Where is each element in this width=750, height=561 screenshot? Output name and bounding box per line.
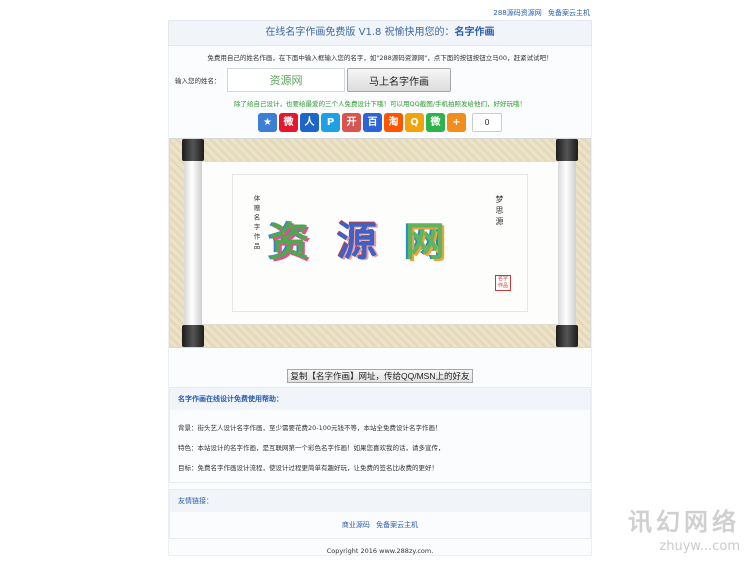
tqq-icon[interactable]: P: [321, 113, 340, 132]
title-highlight: 名字作画: [454, 27, 495, 38]
artwork-left-inscription: 体赠名字作品: [252, 195, 260, 252]
artwork-right-inscription: 梦思源: [495, 195, 504, 228]
share-bar: ★ 微人 P 开百淘 Q 微 +0: [169, 113, 591, 132]
favorite-icon[interactable]: ★: [258, 113, 277, 132]
help-title: 名字作画在线设计免费使用帮助：: [170, 388, 590, 410]
copy-row: 复制【名字作画】网址，传给QQ/MSN上的好友: [169, 364, 591, 383]
art-char-1: 资: [269, 218, 309, 265]
weibo-icon[interactable]: 微: [279, 113, 298, 132]
friend-links-title: 友情链接：: [170, 490, 590, 512]
renren-icon[interactable]: 人: [300, 113, 319, 132]
art-char-3: 网: [405, 218, 445, 265]
help-line: 特色：本站设计的名字作画，是互联网第一个彩色名字作画！如果您喜欢我的话，请多宣传…: [178, 444, 445, 452]
top-link-source[interactable]: 288源码资源网: [493, 9, 541, 17]
main-container: 在线名字作画免费版 V1.8 祝愉快用您的：名字作画 免费用自己的姓名作画，在下…: [168, 20, 592, 556]
help-section: 名字作画在线设计免费使用帮助： 背景：街头艺人设计名字作画，至少需要花费20-1…: [169, 387, 591, 483]
copyright: Copyright 2016 www.288zy.com.: [326, 547, 434, 555]
artwork-scroll: 体赠名字作品 资 源 网 梦思源 名字作品: [169, 138, 591, 348]
scroll-paper: 体赠名字作品 资 源 网 梦思源 名字作品: [202, 161, 558, 325]
friend-links-section: 友情链接： 商业源码 免备案云主机: [169, 489, 591, 539]
title-prefix: 在线名字作画免费版 V1.8 祝愉快用您的：: [265, 27, 455, 38]
taobao-icon[interactable]: 淘: [384, 113, 403, 132]
top-links: 288源码资源网 免备案云主机: [489, 8, 590, 18]
name-form: 输入您的姓名： 马上名字作画: [169, 68, 591, 92]
friend-link-source[interactable]: 商业源码: [342, 521, 370, 529]
wechat-icon[interactable]: 微: [426, 113, 445, 132]
page-title: 在线名字作画免费版 V1.8 祝愉快用您的：名字作画: [168, 20, 592, 46]
more-icon[interactable]: +: [447, 113, 466, 132]
generator-panel: 免费用自己的姓名作画，在下面中输入框输入您的名字，如"288源码资源网"，点下面…: [168, 46, 592, 556]
help-body: 背景：街头艺人设计名字作画，至少需要花费20-100元钱不等，本站全免费设计名字…: [170, 410, 590, 482]
scroll-rod-right: [556, 139, 578, 347]
watermark: 讯幻网络 zhuyw...com: [558, 498, 748, 556]
share-tip: 除了给自己设计，也要给最爱的三个人免费设计下哦！可以用QQ截图/手机拍照发给他们…: [234, 100, 526, 108]
friend-link-hosting[interactable]: 免备案云主机: [376, 521, 418, 529]
watermark-url: zhuyw...com: [659, 539, 740, 554]
make-art-button[interactable]: 马上名字作画: [347, 68, 451, 92]
scroll-rod-left: [182, 139, 204, 347]
kaixin-icon[interactable]: 开: [342, 113, 361, 132]
art-char-2: 源: [337, 218, 377, 265]
name-label: 输入您的姓名：: [175, 77, 221, 85]
red-seal-stamp: 名字作品: [495, 275, 511, 291]
baidu-icon[interactable]: 百: [363, 113, 382, 132]
help-line: 背景：街头艺人设计名字作画，至少需要花费20-100元钱不等，本站全免费设计名字…: [178, 424, 442, 432]
top-link-hosting[interactable]: 免备案云主机: [548, 9, 590, 17]
watermark-text: 讯幻网络: [628, 507, 740, 536]
qzone-icon[interactable]: Q: [405, 113, 424, 132]
name-input[interactable]: [227, 68, 345, 92]
share-count: 0: [472, 113, 502, 132]
copy-url-button[interactable]: 复制【名字作画】网址，传给QQ/MSN上的好友: [286, 369, 474, 383]
friend-links: 商业源码 免备案云主机: [170, 512, 590, 538]
help-line: 目标：免费名字作画设计流程，使设计过程更简单有趣好玩，让免费的签名比收费的更好！: [178, 464, 438, 472]
paper-border: 体赠名字作品 资 源 网 梦思源 名字作品: [232, 174, 528, 312]
intro-text: 免费用自己的姓名作画，在下面中输入框输入您的名字，如"288源码资源网"，点下面…: [207, 54, 553, 62]
